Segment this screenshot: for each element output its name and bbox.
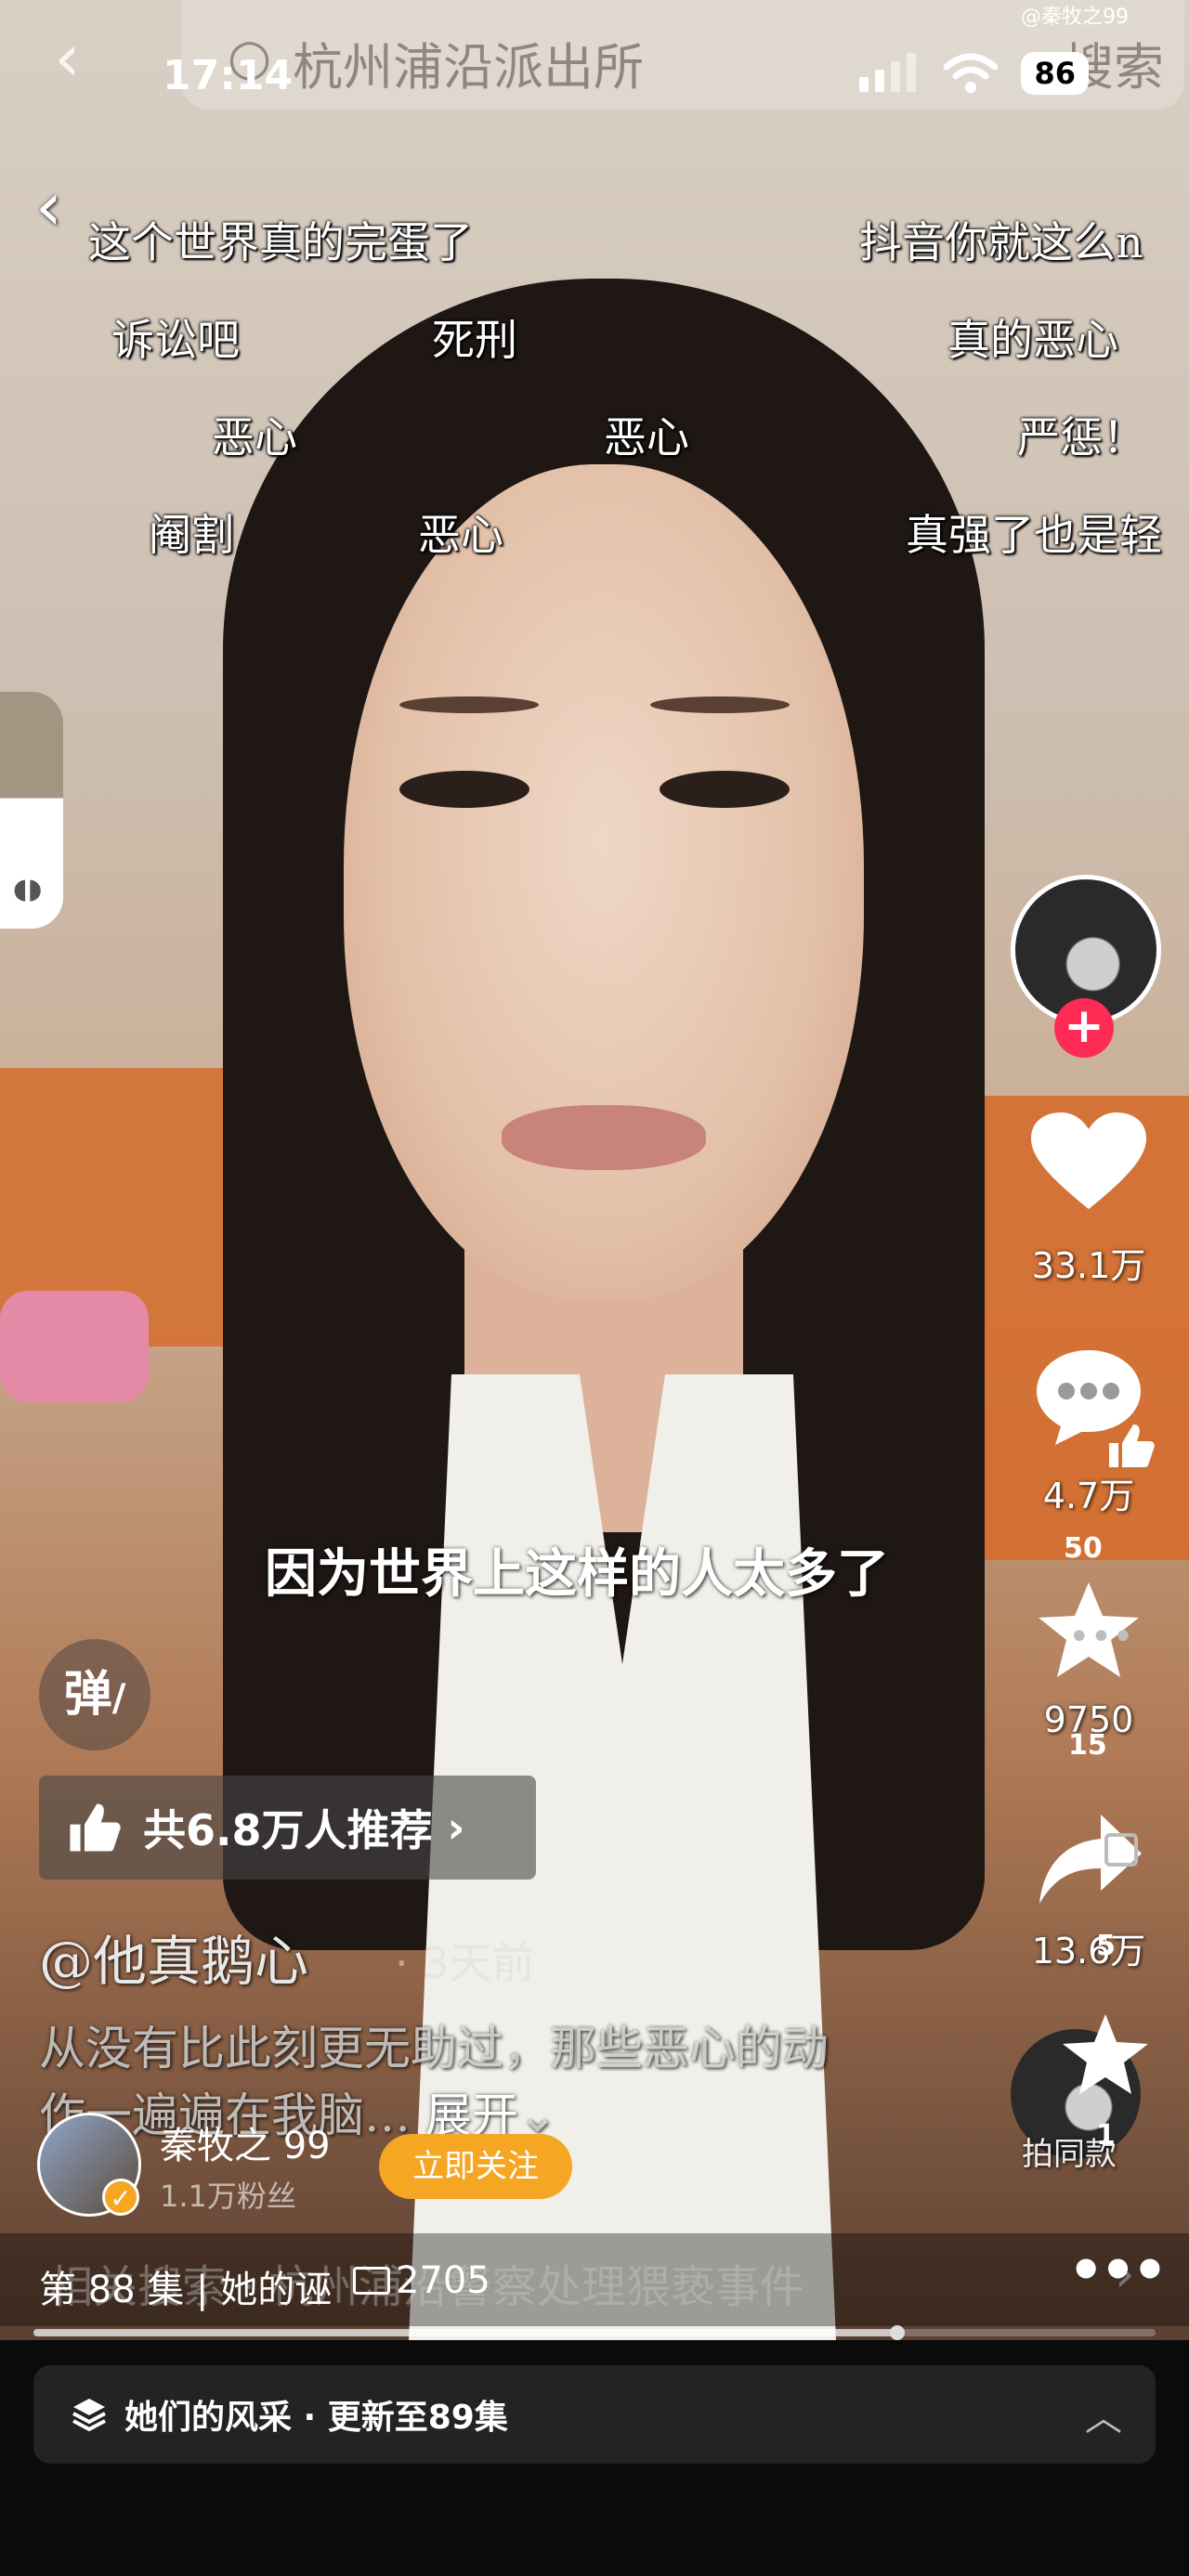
danmu-item: 真强了也是轻 <box>906 510 1162 560</box>
search-query: 杭州浦沿派出所 <box>293 38 644 97</box>
chevron-up-icon[interactable]: ︿ <box>1085 2387 1122 2441</box>
danmu-item: 恶心 <box>604 412 689 462</box>
person-left-brow <box>399 696 539 713</box>
danmu-item: 恶心 <box>418 510 503 560</box>
post-author[interactable]: @他真鹅心 <box>39 1918 308 1996</box>
same-style-overlap-count: 1 <box>1096 2119 1116 2152</box>
creator-fans: 1.1万粉丝 <box>160 2179 296 2214</box>
person-mouth <box>502 1105 706 1170</box>
post-time-text: 3天前 <box>422 1938 535 1988</box>
danmu-item: 恶心 <box>212 412 297 462</box>
person-right-eye <box>660 771 790 808</box>
person-left-eye <box>399 771 529 808</box>
episode-label[interactable]: 第 88 集 | 她的诬 <box>39 2259 332 2313</box>
verified-badge-icon: ✓ <box>102 2179 139 2216</box>
video-back-icon[interactable]: ‹ <box>35 167 62 245</box>
danmu-item: 阉割 <box>149 510 234 560</box>
danmu-slash-icon: / <box>111 1677 126 1720</box>
danmu-toggle-button[interactable]: 弹/ <box>39 1639 150 1750</box>
views-count: 2705 <box>396 2259 490 2302</box>
views-icon <box>353 2267 390 2295</box>
danmu-item: 严惩！ <box>1017 412 1145 462</box>
video-progress-fill <box>33 2329 898 2336</box>
share-arrow-icon[interactable] <box>1036 1811 1145 1911</box>
follow-plus-icon[interactable]: + <box>1054 998 1114 1058</box>
video-subtitle: 因为世界上这样的人太多了 <box>265 1544 889 1605</box>
recommend-banner[interactable]: 共6.8万人推荐 › <box>39 1776 536 1880</box>
background-pillow <box>0 1291 149 1402</box>
signal-icon <box>859 53 917 92</box>
chevron-right-icon: › <box>447 1802 465 1853</box>
episode-views: 2705 <box>353 2259 490 2302</box>
series-title: 她们的风采 · 更新至89集 <box>124 2399 508 2437</box>
danmu-item: 抖音你就这么n <box>859 217 1143 267</box>
watermark: @秦牧之99 <box>1021 6 1129 29</box>
share-count: 13.6万 <box>1031 1931 1146 1971</box>
favorite-star-overlay-icon <box>1063 2014 1148 2094</box>
battery-indicator: 86 <box>1021 52 1089 95</box>
more-options-icon[interactable]: ••• <box>1068 2238 1168 2303</box>
status-time: 17:14 <box>163 52 294 99</box>
danmu-toggle-label: 弹 <box>63 1667 112 1723</box>
video-progress-bar[interactable] <box>33 2325 1156 2340</box>
thumbs-up-overlay-icon <box>1109 1425 1155 1467</box>
status-indicators: 86 <box>859 52 1089 95</box>
danmu-item: 诉讼吧 <box>111 315 240 365</box>
series-bar[interactable]: 她们的风采 · 更新至89集 ︿ <box>33 2365 1156 2464</box>
wifi-icon <box>943 53 999 93</box>
favorite-overlap-count: 15 <box>1068 1729 1107 1762</box>
comment-overlay-icon: ••• <box>1068 1616 1134 1659</box>
comment-count: 4.7万 <box>1042 1476 1135 1516</box>
person-face <box>344 464 864 1300</box>
follow-button[interactable]: 立即关注 <box>379 2134 572 2199</box>
danmu-item: 死刑 <box>432 315 517 365</box>
like-count: 33.1万 <box>1031 1245 1146 1286</box>
airpods-icon: ◖◗ <box>13 873 43 905</box>
post-time: · 3天前 <box>395 1930 535 1991</box>
back-arrow-icon[interactable]: ‹ <box>54 19 81 97</box>
like-heart-icon[interactable] <box>1031 1112 1146 1213</box>
creator-name[interactable]: 秦牧之 99 <box>160 2115 331 2169</box>
danmu-item: 这个世界真的完蛋了 <box>88 217 473 267</box>
airpods-volume-widget[interactable]: ◖◗ <box>0 692 63 929</box>
comment-overlap-count: 50 <box>1064 1532 1103 1565</box>
recommend-label: 共6.8万人推荐 <box>143 1805 433 1855</box>
person-right-brow <box>650 696 790 713</box>
layers-icon <box>72 2399 106 2432</box>
danmu-item: 真的恶心 <box>947 315 1118 365</box>
thumbs-up-icon <box>70 1803 121 1852</box>
share-overlap-count: 5 <box>1096 1930 1116 1962</box>
post-time-dot: · <box>395 1938 423 1988</box>
